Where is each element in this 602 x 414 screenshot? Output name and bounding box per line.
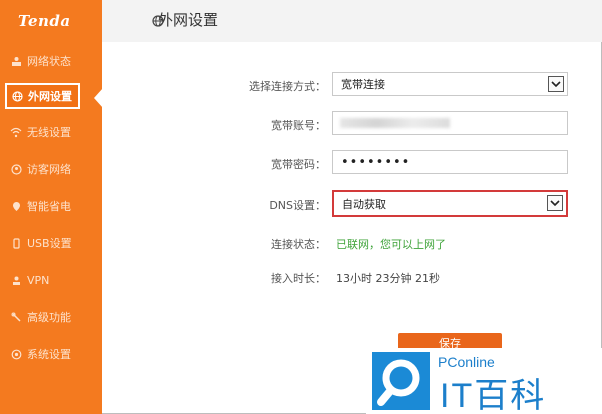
wifi-icon <box>10 126 22 138</box>
sidebar-item-label: 系统设置 <box>27 348 71 361</box>
sidebar-item-wan-settings[interactable]: 外网设置 <box>5 83 80 109</box>
power-saving-icon <box>10 200 22 212</box>
sidebar-item-advanced[interactable]: 高级功能 <box>0 302 102 332</box>
status-label: 连接状态： <box>271 238 326 251</box>
sidebar-item-label: 无线设置 <box>27 126 71 139</box>
dns-select[interactable]: 自动获取 <box>332 190 568 217</box>
watermark-brand-main: IT百科 <box>440 377 547 414</box>
guest-network-icon <box>10 163 22 175</box>
connection-type-value: 宽带连接 <box>341 78 385 91</box>
sidebar-item-label: 网络状态 <box>27 55 71 68</box>
sidebar-item-label: VPN <box>27 273 50 287</box>
sidebar-item-guest-network[interactable]: 访客网络 <box>0 154 102 184</box>
sidebar-item-label: 访客网络 <box>27 163 71 176</box>
chevron-down-icon[interactable] <box>547 195 563 211</box>
usb-icon <box>10 237 22 249</box>
uptime-label: 接入时长： <box>271 272 326 285</box>
sidebar: Tenda 网络状态 外网设置 无线设置 访客网络 智能省电 USB设置 VPN… <box>0 0 102 414</box>
sidebar-item-label: 高级功能 <box>27 311 71 324</box>
active-item-pointer <box>94 88 103 108</box>
connection-status-value: 已联网，您可以上网了 <box>336 238 446 251</box>
sidebar-item-vpn[interactable]: VPN <box>0 265 102 295</box>
sidebar-item-network-status[interactable]: 网络状态 <box>0 46 102 76</box>
password-input[interactable]: •••••••• <box>332 150 568 174</box>
sidebar-item-system[interactable]: 系统设置 <box>0 339 102 369</box>
masked-account-value <box>340 118 450 128</box>
sidebar-item-label: USB设置 <box>27 237 72 250</box>
password-label: 宽带密码： <box>271 158 326 171</box>
sidebar-item-wireless[interactable]: 无线设置 <box>0 117 102 147</box>
account-label: 宽带账号： <box>271 119 326 132</box>
password-value: •••••••• <box>341 154 411 170</box>
page-title: 外网设置 <box>158 11 219 29</box>
sidebar-item-power-saving[interactable]: 智能省电 <box>0 191 102 221</box>
pconline-watermark: PConline IT百科 <box>366 348 602 414</box>
globe-icon <box>11 90 23 102</box>
brand-logo: Tenda <box>18 12 71 30</box>
connection-type-select[interactable]: 宽带连接 <box>332 72 568 96</box>
vpn-icon <box>10 274 22 286</box>
uptime-value: 13小时 23分钟 21秒 <box>336 272 440 285</box>
sidebar-item-label: 外网设置 <box>28 90 72 103</box>
dns-label: DNS设置： <box>269 199 326 212</box>
globe-icon <box>152 12 164 31</box>
wrench-icon <box>10 311 22 323</box>
gear-icon <box>10 348 22 360</box>
connection-type-label: 选择连接方式： <box>249 80 326 93</box>
network-status-icon <box>10 55 22 67</box>
page-header: 外网设置 <box>102 0 602 42</box>
chevron-down-icon[interactable] <box>548 76 564 92</box>
sidebar-item-label: 智能省电 <box>27 200 71 213</box>
watermark-logo-icon <box>372 352 430 410</box>
dns-value: 自动获取 <box>342 197 386 211</box>
sidebar-item-usb[interactable]: USB设置 <box>0 228 102 258</box>
